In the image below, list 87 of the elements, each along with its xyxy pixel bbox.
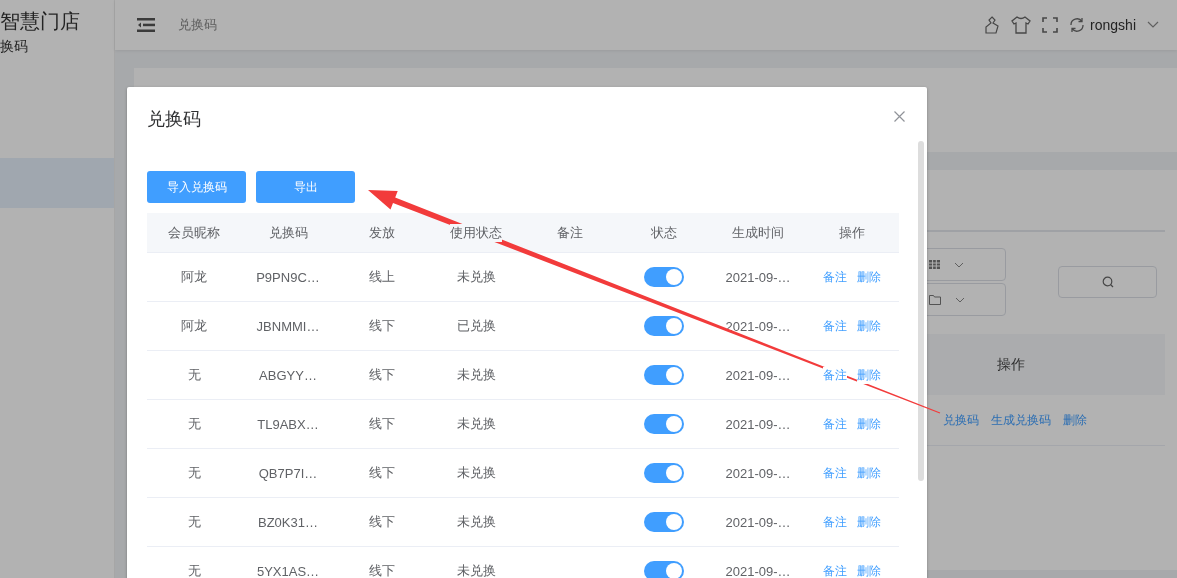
status-switch[interactable]	[644, 365, 684, 385]
table-cell-text: 2021-09-…	[724, 514, 792, 530]
action-link[interactable]: 删除	[1063, 411, 1087, 429]
app-title: 智慧门店	[0, 9, 81, 34]
table-cell-text: 2021-09-…	[724, 563, 792, 578]
shirt-icon[interactable]	[1011, 16, 1032, 34]
table-cell-text: QB7P7I…	[257, 465, 319, 481]
user-name[interactable]: rongshi	[1090, 17, 1136, 33]
breadcrumb[interactable]: 兑换码	[178, 16, 217, 34]
search-icon	[1101, 276, 1114, 288]
table-cell-text: 无	[186, 464, 202, 482]
table-cell-text: 线下	[368, 464, 396, 482]
action-link[interactable]: 备注	[823, 415, 847, 433]
table-cell-text: 阿龙	[180, 268, 208, 286]
table-cell-text: 未兑换	[455, 513, 497, 531]
status-switch[interactable]	[644, 267, 684, 287]
table-cell-text: 阿龙	[180, 317, 208, 335]
table-cell-text: JBNMMI…	[255, 318, 321, 334]
table-cell-text: 2021-09-…	[724, 416, 792, 432]
action-link[interactable]: 备注	[823, 464, 847, 482]
column-header: 操作	[839, 223, 865, 242]
status-switch[interactable]	[644, 463, 684, 483]
action-link[interactable]: 备注	[823, 317, 847, 335]
status-switch[interactable]	[644, 414, 684, 434]
table-cell-text: 线下	[368, 513, 396, 531]
table-cell-text: 2021-09-…	[724, 269, 792, 285]
table-cell-text: BZ0K31…	[257, 514, 319, 530]
action-link[interactable]: 删除	[857, 464, 881, 482]
table-cell-text: 2021-09-…	[724, 367, 792, 383]
action-link[interactable]: 备注	[823, 366, 847, 384]
table-cell-text: 未兑换	[455, 268, 497, 286]
table-cell-text: 无	[186, 366, 202, 384]
table-cell-text: ABGYY…	[258, 367, 318, 383]
column-header: 备注	[557, 223, 583, 242]
status-switch[interactable]	[644, 512, 684, 532]
menu-icon[interactable]	[137, 18, 155, 32]
refresh-icon[interactable]	[1069, 17, 1086, 33]
scrollbar[interactable]	[918, 141, 924, 481]
fullscreen-icon[interactable]	[1042, 17, 1059, 33]
action-link[interactable]: 删除	[857, 513, 881, 531]
action-link[interactable]: 删除	[857, 415, 881, 433]
column-header: 兑换码	[268, 223, 308, 242]
table-cell-text: TL9ABX…	[256, 416, 320, 432]
status-switch[interactable]	[644, 561, 684, 578]
action-link[interactable]: 删除	[857, 562, 881, 578]
table-cell-text: 无	[186, 562, 202, 578]
action-link[interactable]: 备注	[823, 268, 847, 286]
table-cell-text: 线下	[368, 562, 396, 578]
action-link[interactable]: 备注	[823, 562, 847, 578]
action-link[interactable]: 删除	[857, 317, 881, 335]
action-link[interactable]: 删除	[857, 268, 881, 286]
column-header: 使用状态	[450, 223, 502, 242]
folder-icon	[929, 294, 941, 305]
status-switch[interactable]	[644, 316, 684, 336]
action-link[interactable]: 兑换码	[943, 411, 979, 429]
table-cell-text: 线上	[368, 268, 396, 286]
dialog-title: 兑换码	[147, 108, 201, 131]
table-cell-text: 已兑换	[455, 317, 497, 335]
dialog-button[interactable]: 导入兑换码	[147, 171, 246, 203]
action-link[interactable]: 删除	[857, 366, 881, 384]
table-cell-text: 未兑换	[455, 415, 497, 433]
sidebar-item[interactable]: 换码	[0, 34, 114, 56]
close-icon[interactable]	[894, 110, 905, 122]
chevron-down-icon	[955, 296, 965, 303]
table-cell-text: 未兑换	[455, 464, 497, 482]
chevron-down-icon[interactable]	[1147, 21, 1159, 29]
column-header: 生成时间	[732, 223, 784, 242]
table-cell-text: 2021-09-…	[724, 318, 792, 334]
table-cell-text: 2021-09-…	[724, 465, 792, 481]
column-header: 操作	[997, 355, 1025, 374]
column-header: 状态	[651, 223, 677, 242]
table-cell-text: 未兑换	[455, 562, 497, 578]
table-cell-text: 线下	[368, 317, 396, 335]
table-cell-text: 无	[186, 513, 202, 531]
column-header: 发放	[369, 223, 395, 242]
action-link[interactable]: 备注	[823, 513, 847, 531]
table-cell-text: 无	[186, 415, 202, 433]
column-header: 会员昵称	[168, 223, 220, 242]
table-cell-text: 线下	[368, 415, 396, 433]
action-link[interactable]: 生成兑换码	[991, 411, 1051, 429]
table-cell-text: P9PN9C…	[255, 269, 321, 285]
grid-icon	[929, 260, 940, 269]
table-cell-text: 线下	[368, 366, 396, 384]
table-cell-text: 5YX1AS…	[255, 563, 321, 578]
dialog-button[interactable]: 导出	[256, 171, 355, 203]
table-cell-text: 未兑换	[455, 366, 497, 384]
chevron-down-icon	[954, 261, 964, 268]
